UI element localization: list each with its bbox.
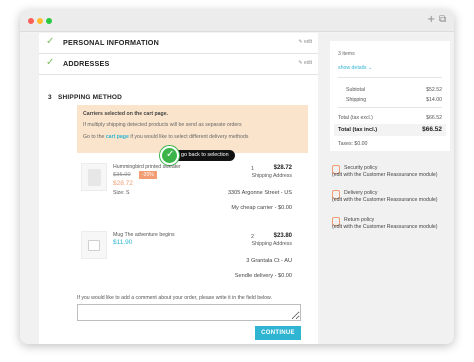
shipping-address: 3305 Argonne Street - US [227,190,292,196]
taxes-text: Taxes: $0.00 [338,141,368,147]
plus-icon[interactable]: + [427,14,435,25]
shipping-label: Shipping [346,97,367,103]
minimize-window-button[interactable] [37,18,43,24]
product-row: Mug The adventure begins $11.90 2 $23.80… [77,231,308,286]
edit-addresses-link[interactable]: ✎ edit [298,60,312,66]
product-row: Hummingbird printed sweater $35.90 -20% … [77,163,308,218]
reassurance-title: Return policy [344,217,375,223]
close-window-button[interactable] [28,18,34,24]
product-size: Size: S [113,190,130,196]
mug-image [88,240,100,251]
product-old-price: $35.90 [113,172,131,178]
product-total: $23.80 [273,233,292,239]
reassurance-title: Delivery policy [344,190,378,196]
carrier-option[interactable]: My cheap carrier - $0.00 [231,205,292,211]
browser-window: + ⧉ ✓ PERSONAL INFORMATION ✎ edit ✓ ADDR… [20,10,454,344]
step-addresses[interactable]: ✓ ADDRESSES ✎ edit [39,54,318,75]
product-quantity: 1 [251,166,255,172]
step-title: ADDRESSES [63,59,110,68]
check-icon: ✓ [166,149,175,160]
reassurance-sub: (edit with the Customer Reassurance modu… [332,172,438,178]
notice-suffix: if you would like to select different de… [128,134,249,140]
items-count: 3 items [338,51,355,57]
shipping-address: 3 Grantala Ct - AU [246,258,292,264]
total-incl-label: Total (tax incl.) [338,127,378,133]
shipping-value: $14.00 [426,97,442,103]
shipping-address-label: Shipping Address [251,241,292,247]
divider [338,77,442,78]
product-price: $28.72 [113,180,133,187]
reassurance-sub: (edit with the Customer Reassurance modu… [332,224,438,230]
edit-personal-info-link[interactable]: ✎ edit [298,39,312,45]
step-shipping-method: 3 SHIPPING METHOD [39,88,318,106]
carrier-notice: Carriers selected on the cart page. If m… [77,105,308,153]
notice-heading: Carriers selected on the cart page. [83,111,169,117]
product-name[interactable]: Mug The adventure begins [113,232,175,238]
copy-icon[interactable]: ⧉ [439,14,446,25]
check-icon: ✓ [46,36,55,47]
shipping-address-label: Shipping Address [251,173,292,179]
cart-summary: 3 items show details ⌄ Subtotal $52.52 S… [330,41,450,151]
product-quantity: 2 [251,234,255,240]
check-icon: ✓ [46,57,55,68]
order-comment-input[interactable] [77,304,301,321]
divider [338,107,442,108]
product-thumbnail[interactable] [81,163,107,191]
total-incl-row: Total (tax incl.) $66.52 [334,124,446,136]
product-thumbnail[interactable] [81,231,107,259]
product-total: $28.72 [273,165,292,171]
subtotal-label: Subtotal [346,87,366,93]
total-excl-label: Total (tax excl.) [338,115,373,121]
step-title: SHIPPING METHOD [58,94,123,101]
step-personal-information[interactable]: ✓ PERSONAL INFORMATION ✎ edit [39,33,318,54]
carrier-option[interactable]: Sendle delivery - $0.00 [235,273,292,279]
notice-prefix: Go to the [83,134,106,140]
step-title: PERSONAL INFORMATION [63,38,159,47]
product-name[interactable]: Hummingbird printed sweater [113,164,181,170]
checkout-steps: ✓ PERSONAL INFORMATION ✎ edit ✓ ADDRESSE… [39,33,318,344]
notice-text: If multiply shipping detected products w… [83,122,242,128]
comment-label: If you would like to add a comment about… [77,295,272,301]
sweater-image [88,169,101,186]
page-content: ✓ PERSONAL INFORMATION ✎ edit ✓ ADDRESSE… [20,33,454,344]
step-number: 3 [48,94,52,101]
discount-badge: -20% [139,171,157,179]
total-excl-value: $66.52 [426,115,442,121]
window-titlebar: + ⧉ [20,10,454,32]
total-incl-value: $66.52 [422,126,442,133]
reassurance-title: Security policy [344,165,378,171]
maximize-window-button[interactable] [46,18,52,24]
continue-button[interactable]: CONTINUE [255,326,301,340]
subtotal-value: $52.52 [426,87,442,93]
product-price: $11.90 [113,239,133,246]
notice-cart-text: Go to the cart page if you would like to… [83,134,248,140]
reassurance-sub: (edit with the Customer Reassurance modu… [332,197,438,203]
show-details-link[interactable]: show details ⌄ [338,65,372,71]
cart-page-link[interactable]: cart page [106,134,129,140]
